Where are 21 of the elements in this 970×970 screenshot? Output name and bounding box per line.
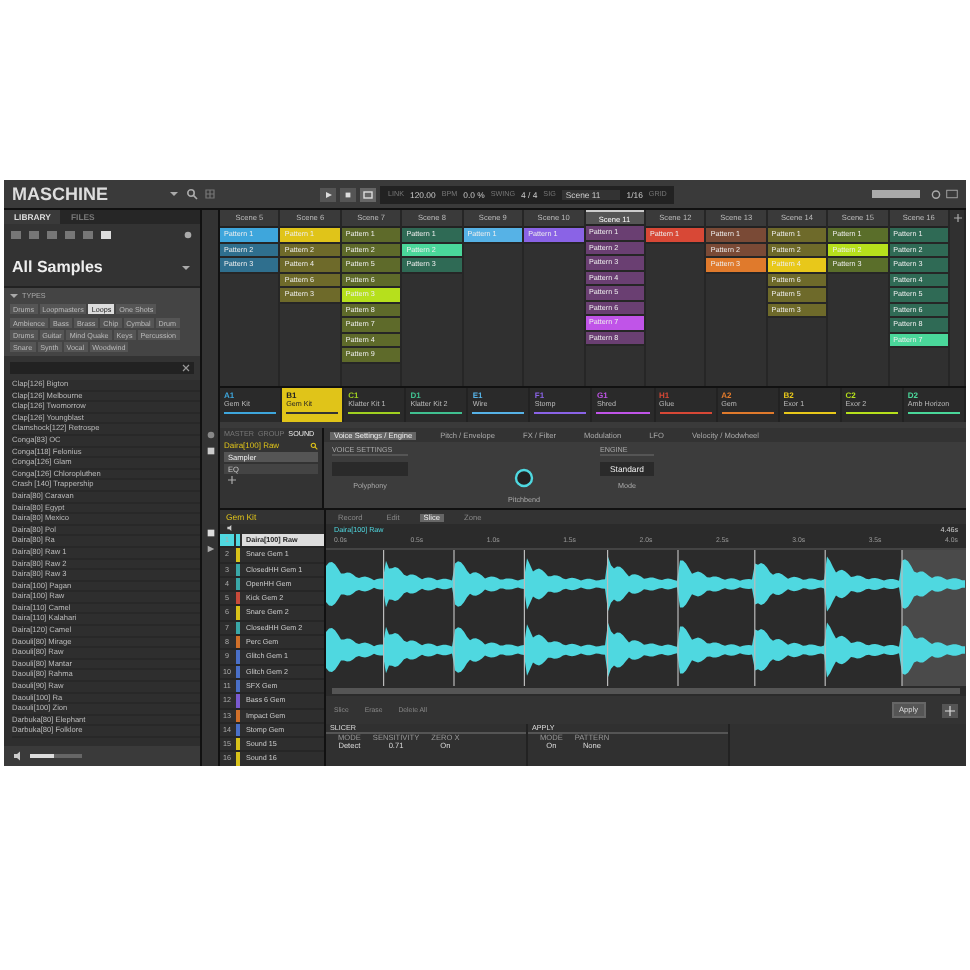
collapse-icon[interactable]: [10, 292, 18, 300]
power-icon[interactable]: [930, 188, 942, 200]
level-meter: [872, 190, 920, 198]
loop-icon[interactable]: [360, 187, 376, 201]
app-logo: MASCHINE: [12, 184, 109, 204]
knob-icon[interactable]: [511, 466, 536, 490]
add-icon[interactable]: [228, 476, 236, 484]
drag-icon[interactable]: [942, 703, 958, 717]
search-icon[interactable]: [310, 441, 318, 449]
play-icon[interactable]: [320, 187, 336, 201]
clear-icon[interactable]: [182, 364, 190, 372]
caret-icon[interactable]: [168, 188, 180, 200]
search-icon[interactable]: [186, 188, 198, 200]
arrow-icon[interactable]: [205, 544, 215, 554]
panel-icon[interactable]: [946, 188, 958, 200]
library-source[interactable]: All Samples: [12, 258, 103, 276]
speaker-icon[interactable]: [12, 750, 24, 762]
add-icon[interactable]: [953, 214, 962, 222]
search-field[interactable]: [10, 362, 194, 374]
caret-icon[interactable]: [180, 261, 192, 273]
stop-icon[interactable]: [340, 187, 356, 201]
